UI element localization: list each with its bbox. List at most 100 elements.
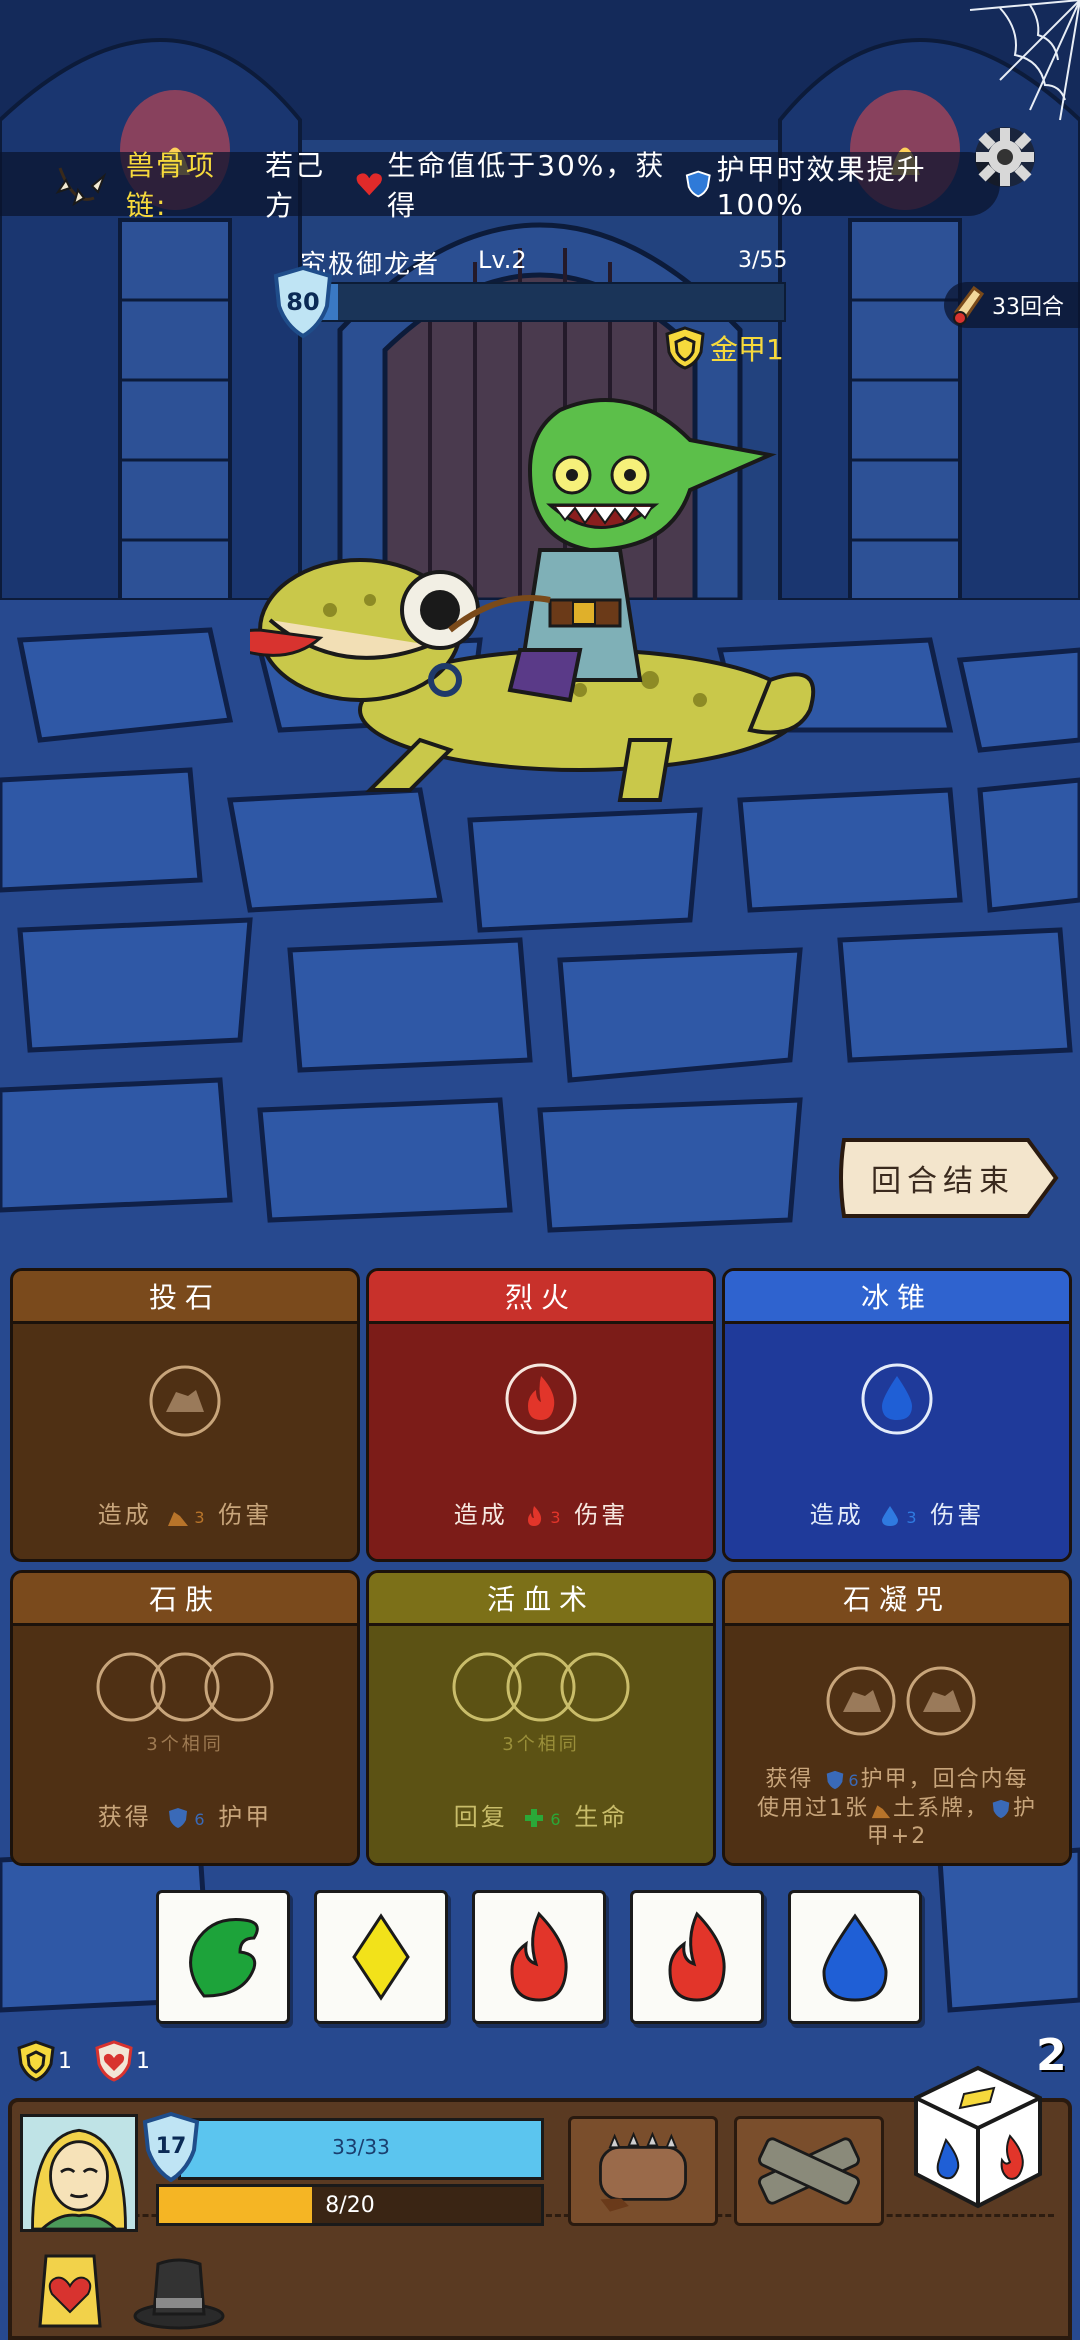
fire-icon <box>510 1911 568 2002</box>
desc-line1: 获得 <box>765 1767 814 1792</box>
plus-heal-icon <box>525 1809 544 1827</box>
water-icon <box>882 1506 899 1526</box>
armor-status-value: 1 <box>58 2048 72 2074</box>
desc-after: 伤害 <box>574 1501 629 1529</box>
dice-leaf[interactable] <box>156 1890 290 2024</box>
desc-before: 造成 <box>809 1501 864 1529</box>
diamond-icon <box>352 1913 410 2001</box>
card-stone-skin[interactable]: 石肤 3个相同 获得 6 护甲 <box>10 1570 360 1866</box>
desc-value: 6 <box>194 1810 208 1829</box>
desc-after: 伤害 <box>218 1501 273 1529</box>
card-throw-stone[interactable]: 投石 造成 3 伤害 <box>10 1268 360 1562</box>
relic-description: 若己方 生命值低于30%，获得 护甲时效果提升100% <box>265 144 1000 224</box>
round-label: 33回合 <box>992 295 1064 320</box>
enemy-status-gold-armor[interactable]: 金甲1 <box>664 326 784 370</box>
desc-before: 获得 <box>97 1803 152 1831</box>
player-armor-status[interactable]: 1 <box>16 2040 72 2082</box>
card-title: 烈火 <box>369 1271 713 1321</box>
fire-slot-icon[interactable] <box>504 1362 578 1436</box>
desc-line2c: 护 <box>1013 1796 1038 1821</box>
relic-text-before: 若己方 <box>265 149 326 222</box>
triple-slot-icon[interactable] <box>451 1650 631 1724</box>
water-slot-icon[interactable] <box>860 1362 934 1436</box>
card-title: 冰锥 <box>725 1271 1069 1321</box>
desc-value: 3 <box>906 1508 920 1527</box>
dice-fire[interactable] <box>472 1890 606 2024</box>
gauntlet-icon <box>599 2131 687 2212</box>
desc-after: 生命 <box>574 1803 629 1831</box>
desc-after: 伤害 <box>930 1501 985 1529</box>
end-turn-button[interactable]: 回合结束 <box>838 1136 1060 1220</box>
player-shield-value: 17 <box>155 2134 187 2159</box>
dice-water[interactable] <box>788 1890 922 2024</box>
shield-icon <box>169 1808 188 1828</box>
player-status-row: 1 1 <box>16 2040 172 2082</box>
card-description: 造成 3 伤害 <box>735 1500 1059 1533</box>
earth-icon <box>168 1512 189 1526</box>
card-title: 投石 <box>13 1271 357 1321</box>
bandage-icon <box>758 2137 860 2205</box>
card-blaze[interactable]: 烈火 造成 3 伤害 <box>366 1268 716 1562</box>
double-earth-slot-icon[interactable] <box>821 1664 981 1738</box>
desc-value: 3 <box>194 1508 208 1527</box>
shield-icon <box>827 1770 844 1790</box>
relic-text-middle: 生命值低于30%，获得 <box>387 149 666 222</box>
dice-fire[interactable] <box>630 1890 764 2024</box>
desc-value: 6 <box>550 1810 564 1829</box>
top-hat-icon[interactable] <box>132 2250 226 2334</box>
relic-name: 兽骨项链: <box>126 149 217 222</box>
enemy-goblin-rider[interactable] <box>250 380 830 830</box>
fire-icon <box>668 1911 726 2002</box>
enemy-level: Lv.2 <box>478 246 527 274</box>
player-heart-status[interactable]: 1 <box>94 2040 150 2082</box>
card-blood-magic[interactable]: 活血术 3个相同 回复 6 生命 <box>366 1570 716 1866</box>
gear-icon[interactable] <box>970 122 1040 192</box>
card-description: 获得 6护甲，回合内每 使用过1张 土系牌， 护 甲+2 <box>735 1766 1059 1851</box>
card-description: 造成 3 伤害 <box>379 1500 703 1533</box>
card-title: 石肤 <box>13 1573 357 1623</box>
heart-item-icon[interactable] <box>30 2250 110 2334</box>
heart-shield-icon <box>95 2040 133 2082</box>
end-turn-label: 回合结束 <box>871 1164 1015 1199</box>
desc-line2a: 使用过1张 <box>756 1796 869 1821</box>
card-description: 回复 6 生命 <box>379 1802 703 1835</box>
leaf-icon <box>189 1917 259 1998</box>
heart-icon <box>356 173 382 196</box>
player-avatar[interactable] <box>20 2114 138 2232</box>
heart-status-value: 1 <box>136 2048 150 2074</box>
gold-armor-icon <box>17 2040 55 2082</box>
earth-icon <box>871 1805 891 1819</box>
player-portrait-image <box>23 2117 135 2229</box>
desc-before: 造成 <box>453 1501 508 1529</box>
card-ice-cone[interactable]: 冰锥 造成 3 伤害 <box>722 1268 1072 1562</box>
card-description: 获得 6 护甲 <box>23 1802 347 1835</box>
roll-dice-button[interactable] <box>908 2062 1048 2212</box>
desc-before: 回复 <box>453 1803 508 1831</box>
desc-before: 造成 <box>97 1501 152 1529</box>
equipment-slot-bandage[interactable] <box>734 2116 884 2226</box>
player-hp-bar: 33/33 <box>178 2118 544 2180</box>
desc-after: 护甲 <box>218 1803 273 1831</box>
desc-line2b: 土系牌， <box>892 1796 989 1821</box>
triple-slot-icon[interactable] <box>95 1650 275 1724</box>
relic-effect-bar[interactable]: 兽骨项链: 若己方 生命值低于30%，获得 护甲时效果提升100% <box>0 149 1000 222</box>
desc-line1b: 护甲，回合内每 <box>860 1767 1029 1792</box>
desc-value: 6 <box>848 1771 861 1790</box>
dice-diamond[interactable] <box>314 1890 448 2024</box>
round-counter: 33回合 <box>944 282 1080 328</box>
gold-armor-icon <box>665 326 705 370</box>
enemy-shield-value: 80 <box>286 288 320 316</box>
equipment-slot-gauntlet[interactable] <box>568 2116 718 2226</box>
slot-requirement: 3个相同 <box>502 1734 580 1755</box>
player-hp-text: 33/33 <box>332 2135 390 2159</box>
card-description: 造成 3 伤害 <box>23 1500 347 1533</box>
player-energy-bar: 8/20 <box>156 2184 544 2226</box>
card-title: 石凝咒 <box>725 1573 1069 1623</box>
earth-slot-icon[interactable] <box>148 1364 222 1438</box>
enemy-status-label: 金甲1 <box>710 333 784 366</box>
card-title: 活血术 <box>369 1573 713 1623</box>
slot-requirement: 3个相同 <box>146 1734 224 1755</box>
card-stone-curse[interactable]: 石凝咒 获得 6护甲，回合内每 使用过1张 土系牌， 护 甲+2 <box>722 1570 1072 1866</box>
shield-icon <box>685 170 711 198</box>
water-drop-icon <box>822 1913 888 2002</box>
